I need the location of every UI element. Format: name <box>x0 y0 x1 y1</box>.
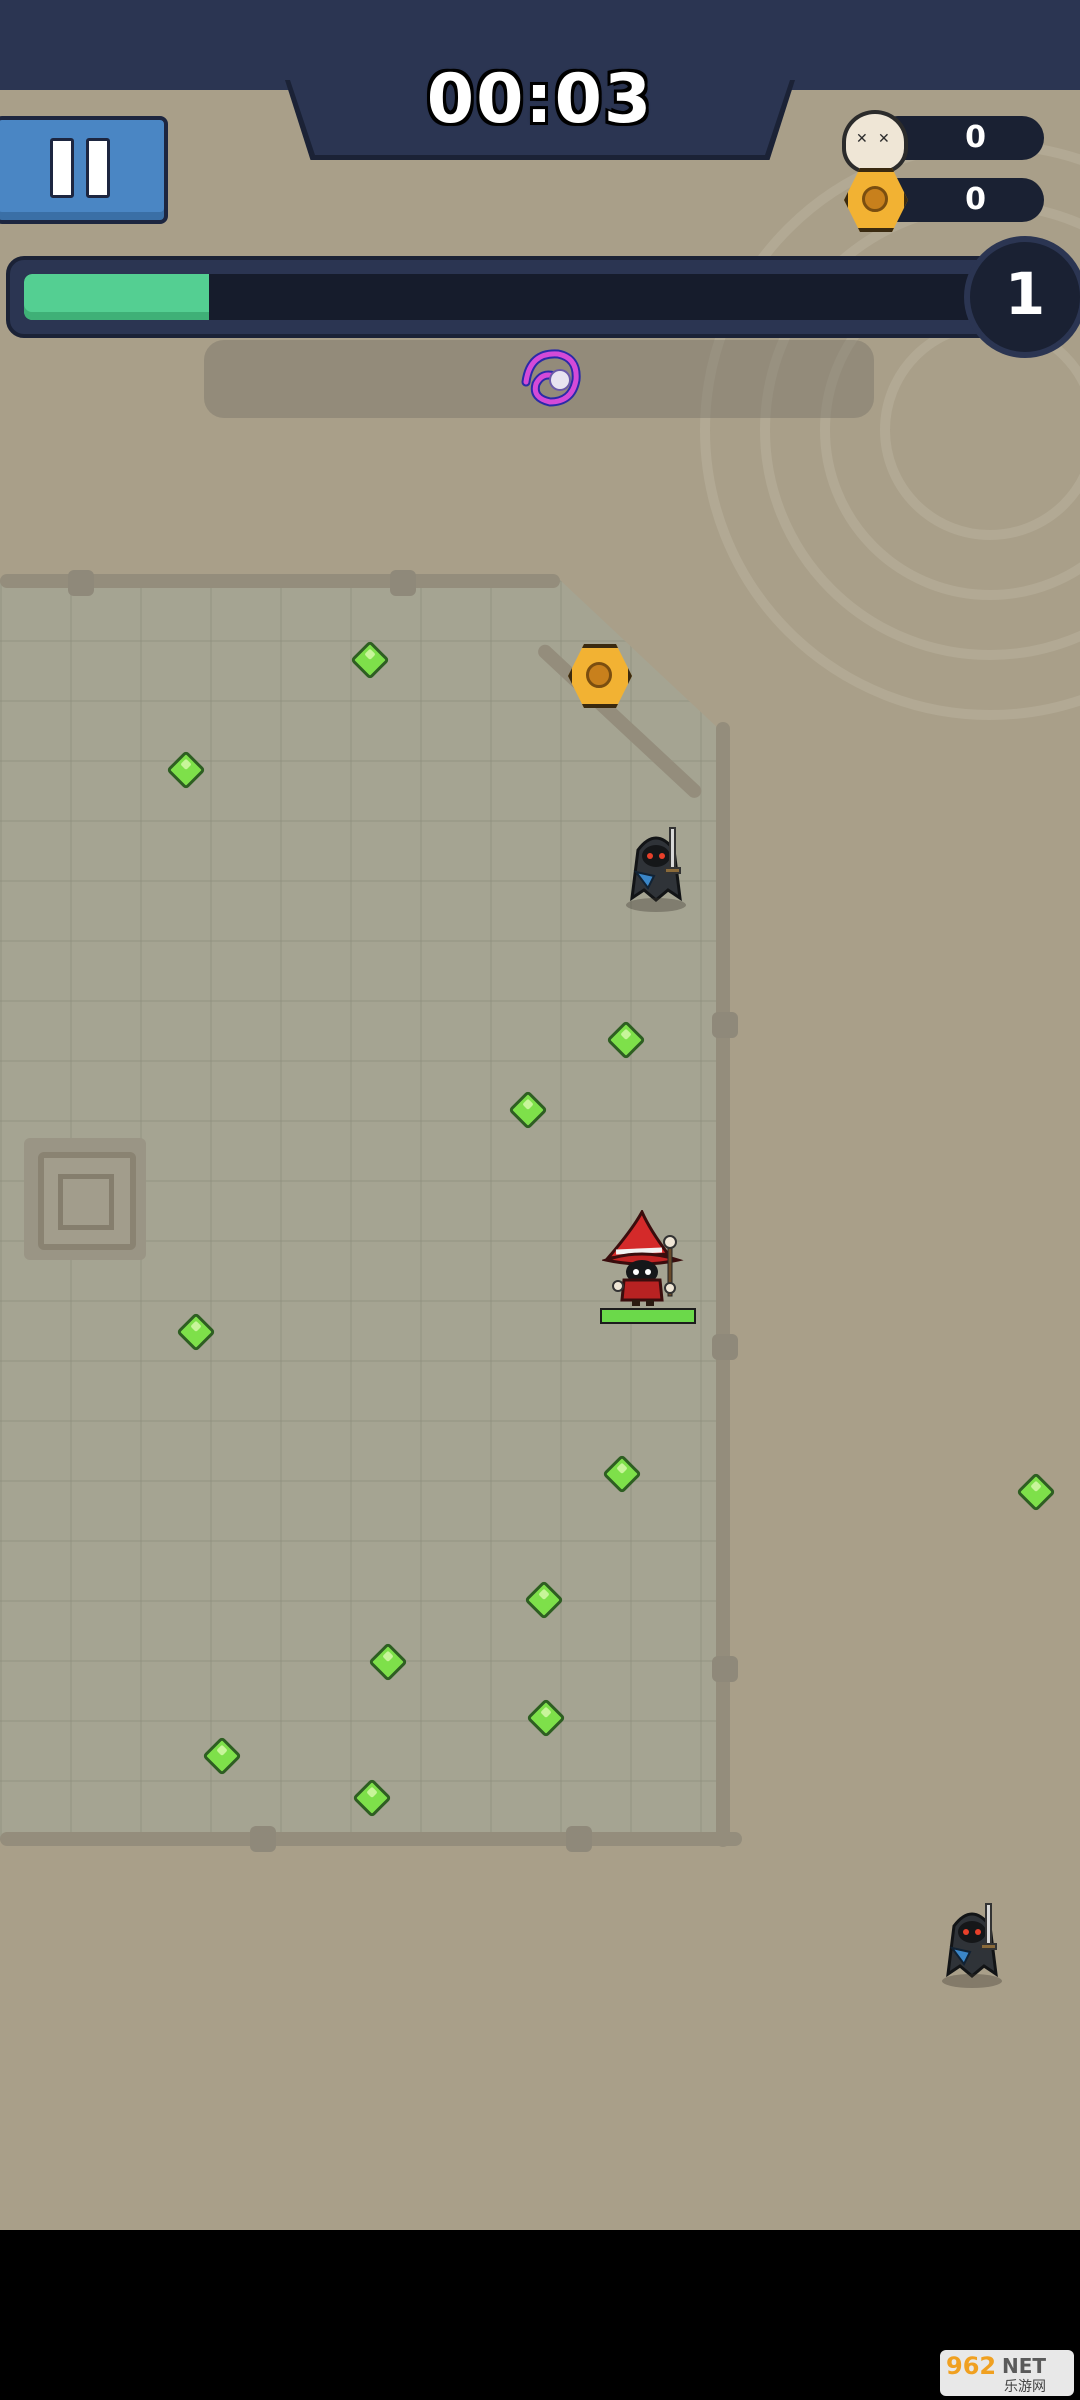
level-number: 1 <box>1004 260 1046 328</box>
pause-icon-bar <box>50 138 74 198</box>
player-wizard <box>600 1208 692 1306</box>
skill-slot-bar <box>204 340 874 418</box>
coin-pickup-center <box>586 662 612 688</box>
fence-post <box>712 1012 738 1038</box>
fence-post <box>566 1826 592 1852</box>
stone-crate <box>24 1138 146 1260</box>
watermark-net: NET <box>1002 2354 1047 2378</box>
enemy-shadow <box>942 1974 1002 1988</box>
fence-post <box>68 570 94 596</box>
spiral-orb-icon <box>521 349 581 407</box>
skull-eye: ✕ <box>856 131 868 147</box>
xp-fill <box>24 274 210 320</box>
pause-button[interactable] <box>0 116 168 224</box>
watermark-sub: 乐游网 <box>1004 2379 1046 2395</box>
pause-icon-bar <box>86 138 110 198</box>
fence-post <box>250 1826 276 1852</box>
kills-count: 0 <box>965 120 986 155</box>
swordsman-sprite <box>630 827 682 902</box>
fence-post <box>712 1656 738 1682</box>
swordsman-sprite <box>946 1903 998 1978</box>
crate-panel <box>58 1174 114 1230</box>
skull-icon: ✕ ✕ <box>842 110 908 174</box>
fence-post <box>712 1334 738 1360</box>
wizard-sprite <box>600 1208 684 1306</box>
bottom-black-bar <box>0 2230 1080 2400</box>
enemy-hooded-swordsman <box>618 820 694 912</box>
site-watermark: 962 NET 乐游网 <box>940 2350 1074 2396</box>
skull-eye: ✕ <box>878 131 890 147</box>
player-health-fill <box>602 1310 694 1322</box>
coins-count: 0 <box>965 182 986 217</box>
fence-post <box>390 570 416 596</box>
xp-bar <box>6 256 1014 338</box>
coin-icon-center <box>862 186 888 212</box>
xp-track <box>24 274 1000 320</box>
crate-frame <box>38 1152 136 1250</box>
level-badge: 1 <box>964 236 1080 358</box>
enemy-shadow <box>626 898 686 912</box>
watermark-number: 962 <box>946 2352 997 2380</box>
enemy-hooded-swordsman <box>934 1896 1010 1988</box>
xp-gem <box>1016 1472 1056 1512</box>
arena-fence-bottom <box>0 1832 742 1846</box>
survival-timer: 00:03 <box>426 60 654 139</box>
player-health-bar <box>600 1308 696 1324</box>
